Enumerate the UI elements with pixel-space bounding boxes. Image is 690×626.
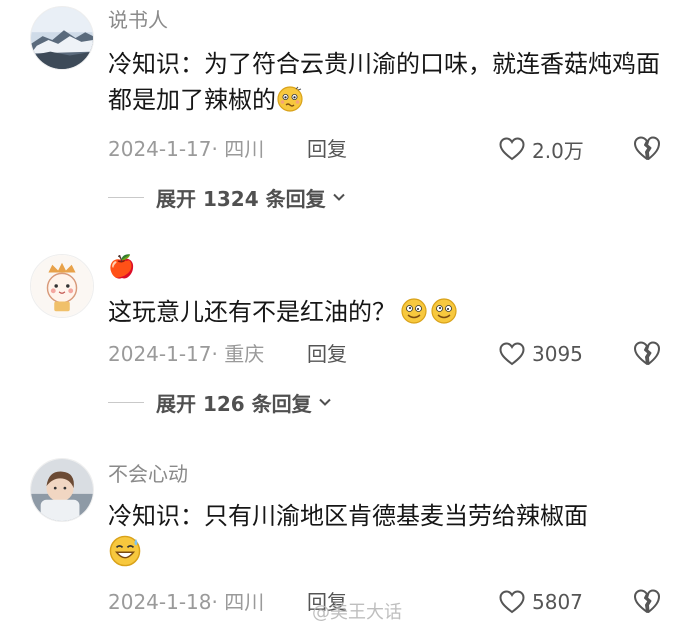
broken-heart-icon — [634, 341, 660, 365]
divider-line — [108, 196, 144, 198]
like-button[interactable]: 2.0万 — [498, 134, 584, 164]
heart-outline-icon — [499, 342, 525, 366]
dislike-button[interactable] — [632, 586, 662, 616]
divider-line — [108, 401, 144, 403]
like-button[interactable]: 5807 — [498, 587, 583, 617]
dislike-button[interactable] — [632, 133, 662, 163]
grin-sweat-emoji — [108, 534, 142, 568]
confused-face-emoji — [276, 85, 304, 113]
expand-replies-label: 展开 126 条回复 — [156, 391, 312, 416]
dislike-button[interactable] — [632, 338, 662, 368]
comment-text: 这玩意儿还有不是红油的？ — [108, 294, 668, 330]
comment-text-body: 冷知识：为了符合云贵川渝的口味，就连香菇炖鸡面都是加了辣椒的 — [108, 50, 660, 114]
username[interactable]: 🍎 — [108, 256, 135, 280]
comment-date-location: 2024-1-17· 重庆 — [108, 342, 265, 366]
broken-heart-icon — [634, 589, 660, 613]
expand-replies-label: 展开 1324 条回复 — [156, 186, 326, 211]
watermark-text: @美王大话 — [312, 602, 402, 623]
avatar[interactable] — [30, 458, 94, 522]
comment-date-location: 2024-1-18· 四川 — [108, 590, 265, 614]
like-count: 5807 — [532, 590, 583, 614]
watermark: @美王大话 — [312, 598, 402, 624]
broken-heart-icon — [634, 136, 660, 160]
comment-date-location: 2024-1-17· 四川 — [108, 137, 265, 161]
comment-text-body: 冷知识：只有川渝地区肯德基麦当劳给辣椒面 — [108, 502, 588, 530]
chevron-down-icon — [318, 398, 331, 406]
avatar[interactable] — [30, 6, 94, 70]
username[interactable]: 不会心动 — [108, 462, 188, 486]
like-button[interactable]: 3095 — [498, 339, 583, 369]
dizzy-smile-emoji — [400, 297, 428, 325]
comment-text: 冷知识：为了符合云贵川渝的口味，就连香菇炖鸡面都是加了辣椒的 — [108, 46, 668, 118]
expand-replies-button[interactable]: 展开 126 条回复 — [108, 389, 332, 416]
avatar[interactable] — [30, 254, 94, 318]
heart-outline-icon — [499, 590, 525, 614]
expand-replies-button[interactable]: 展开 1324 条回复 — [108, 184, 346, 211]
comment-text: 冷知识：只有川渝地区肯德基麦当劳给辣椒面 — [108, 498, 668, 573]
comment-text-body: 这玩意儿还有不是红油的？ — [108, 298, 396, 326]
username[interactable]: 说书人 — [108, 8, 168, 32]
chevron-down-icon — [332, 193, 345, 201]
reply-button[interactable]: 回复 — [307, 136, 347, 162]
like-count: 2.0万 — [532, 138, 584, 163]
heart-outline-icon — [499, 137, 525, 161]
like-count: 3095 — [532, 342, 583, 366]
dizzy-smile-emoji — [430, 297, 458, 325]
reply-button[interactable]: 回复 — [307, 341, 347, 367]
